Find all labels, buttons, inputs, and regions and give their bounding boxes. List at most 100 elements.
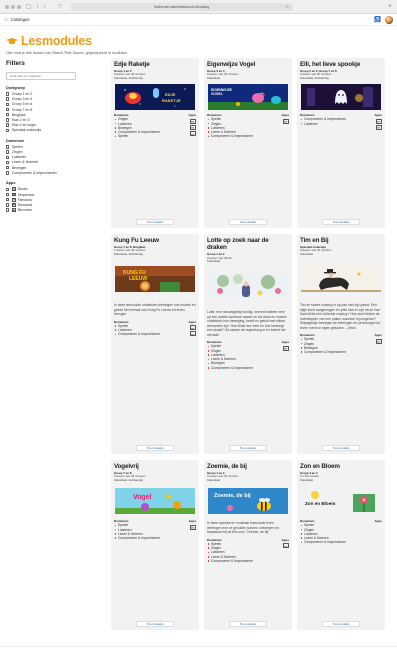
minimize-window-button[interactable]	[11, 4, 15, 9]
card-title: Lotte op zoek naar de draken	[207, 237, 269, 252]
card-thumbnail: Zon en Bloem	[301, 488, 381, 515]
show-details-button[interactable]: Toon details	[229, 219, 267, 225]
filter-option[interactable]: Speciaal onderwijs	[6, 128, 111, 133]
checkbox[interactable]	[6, 123, 10, 127]
filter-group-title: Apps	[6, 181, 16, 186]
address-bar[interactable]: ⛉ leslicense.watchthatsound.nl/catalog ↻	[59, 2, 293, 11]
filter-group-domeinen: Domeinen Spelen Zingen Luisteren Lezen &…	[6, 139, 111, 176]
reload-icon[interactable]: ↻	[286, 4, 289, 9]
page-title: Lesmodules	[21, 34, 92, 48]
svg-text:Vr: Vr	[165, 494, 172, 501]
drumpad-icon: ▩	[11, 203, 16, 207]
studio-icon	[283, 543, 289, 549]
show-details-button[interactable]: Toon details	[322, 219, 360, 225]
apps-title: Apps	[188, 319, 197, 324]
recorder-icon: ◉	[11, 208, 16, 213]
checkbox[interactable]	[6, 102, 10, 107]
filter-option[interactable]: Componeren & Improviseren	[6, 170, 111, 175]
card-description: In deze speelse en muzikale lesmodule le…	[207, 521, 280, 535]
module-card: Zon en Bloem Groep 3 en 43 x 30 minuten K…	[297, 460, 385, 630]
card-description: In deze lesmodule ontdekken leerlingen h…	[114, 303, 196, 317]
checkbox[interactable]	[6, 97, 10, 101]
show-details-button[interactable]: Toon details	[136, 445, 174, 451]
module-card: Elli, het lieve spookje Groep 5 en 6, Gr…	[297, 58, 385, 228]
show-details-button[interactable]: Toon details	[322, 621, 360, 627]
svg-text:Zoemie, de bij: Zoemie, de bij	[214, 493, 251, 499]
filter-option[interactable]: ◉ Recorder	[6, 208, 111, 213]
show-details-button[interactable]: Toon details	[322, 445, 360, 451]
card-thumbnail: Zoemie, de bij	[208, 488, 288, 515]
domain-item: Componeren & Improviseren	[114, 332, 186, 336]
domain-item: Componeren & Improviseren	[207, 366, 279, 370]
card-thumbnail: EIGENWIJZE VOGEL	[208, 84, 288, 111]
domain-item: Componeren & Improviseren	[114, 536, 186, 540]
filmdoos-icon	[190, 131, 196, 137]
checkbox[interactable]	[6, 155, 10, 159]
card-title: Zon en Bloem	[300, 463, 340, 470]
page-header: Lesmodules	[6, 34, 391, 48]
checkbox[interactable]	[6, 187, 10, 192]
apps-title: Apps	[281, 340, 290, 345]
studio-icon	[190, 118, 196, 124]
card-title: Kung Fu Leeuw	[114, 237, 159, 244]
sequencer-icon	[190, 331, 196, 337]
show-details-button[interactable]: Toon details	[136, 621, 174, 627]
app-topnav: ⌂ Catalogus ♿	[0, 14, 397, 26]
graduation-hat-icon	[6, 37, 18, 45]
show-details-button[interactable]: Toon details	[229, 621, 267, 627]
card-thumbnail: EDJE RAKETJE	[115, 84, 195, 111]
catalog-link[interactable]: Catalogus	[11, 17, 30, 22]
checkbox[interactable]	[6, 203, 10, 207]
maximize-window-button[interactable]	[17, 4, 21, 9]
sidebar-toggle-icon[interactable]: ▢	[26, 4, 32, 10]
sequencer-icon	[376, 124, 382, 130]
main-content: Lesmodules Hier vind je alle lessen van …	[0, 34, 397, 630]
checkbox[interactable]	[6, 113, 10, 117]
apps-title: Apps	[281, 113, 290, 118]
checkbox[interactable]	[6, 107, 10, 112]
shield-icon: ⛉	[58, 4, 63, 9]
checkbox[interactable]	[6, 165, 10, 170]
sequencer-icon	[190, 124, 196, 130]
filter-group-title: Domeinen	[6, 138, 25, 143]
checkbox[interactable]	[6, 208, 10, 212]
module-card: Vogelvrij Groep 7 en 83 lessen van 45 mi…	[111, 460, 199, 630]
checkbox[interactable]	[6, 150, 10, 154]
module-card: Edje Raketje Groep 1 en 23 lessen van 45…	[111, 58, 199, 228]
apps-title: Apps	[188, 113, 197, 118]
studio-icon	[190, 524, 196, 530]
card-title: Eigenwijze Vogel	[207, 61, 256, 68]
card-title: Tim en Bij	[300, 237, 329, 244]
back-icon[interactable]: ‹	[37, 4, 39, 10]
checkbox[interactable]	[6, 160, 10, 165]
checkbox[interactable]	[6, 92, 10, 96]
apps-title: Apps	[188, 519, 197, 524]
checkbox[interactable]	[6, 128, 10, 132]
page-footer	[0, 646, 397, 653]
card-description: Tim de stoere cowboy is op pad met zijn …	[300, 303, 381, 330]
apps-title: Apps	[374, 333, 383, 338]
close-window-button[interactable]	[5, 4, 9, 9]
search-input[interactable]	[6, 72, 76, 80]
new-tab-button[interactable]: +	[388, 3, 392, 10]
domain-item: Spelen	[114, 134, 186, 138]
module-card: Eigenwijze Vogel Groep 3 en 43 lessen va…	[204, 58, 292, 228]
checkbox[interactable]	[6, 118, 10, 122]
checkbox[interactable]	[6, 192, 10, 197]
studio-icon	[376, 118, 382, 124]
domain-item: Componeren & Improviseren	[300, 350, 372, 354]
catalog-icon: ⌂	[4, 16, 8, 23]
forward-icon[interactable]: ›	[44, 4, 46, 10]
checkbox[interactable]	[6, 145, 10, 149]
show-details-button[interactable]: Toon details	[136, 219, 174, 225]
accessibility-icon[interactable]: ♿	[374, 17, 381, 23]
show-details-button[interactable]: Toon details	[229, 445, 267, 451]
module-card: Tim en Bij Speciaal onderwijs 3 lessen va…	[297, 234, 385, 454]
filter-group-apps: Apps ▥ Studio ▦ Sequencer ▤ Filmdoos ▩ Drump…	[6, 181, 111, 212]
card-title: Edje Raketje	[114, 61, 150, 68]
studio-icon	[376, 338, 382, 344]
avatar[interactable]	[385, 15, 393, 24]
checkbox[interactable]	[6, 171, 10, 175]
checkbox[interactable]	[6, 198, 10, 202]
svg-text:Vogel: Vogel	[133, 494, 152, 501]
